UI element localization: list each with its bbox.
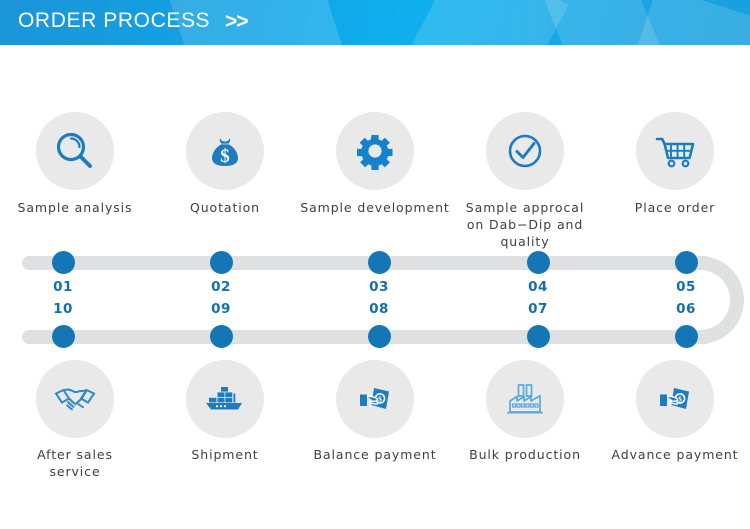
step-sample-approval[interactable]: Sample approcal on Dab−Dip and quality bbox=[450, 112, 600, 250]
factory-icon bbox=[502, 376, 548, 422]
step-after-sales-service[interactable]: After sales service bbox=[0, 360, 150, 480]
top-step-row: Sample analysis $ Quotation Sample devel bbox=[0, 112, 750, 250]
banner-facet-decoration bbox=[629, 0, 750, 45]
step-icon-circle bbox=[336, 112, 414, 190]
step-icon-circle bbox=[486, 360, 564, 438]
step-icon-circle: $ bbox=[636, 360, 714, 438]
step-label: Quotation bbox=[189, 200, 260, 215]
step-quotation[interactable]: $ Quotation bbox=[150, 112, 300, 250]
timeline-dot-01[interactable] bbox=[51, 251, 75, 274]
timeline-dot-07[interactable] bbox=[526, 325, 550, 348]
step-label: Sample development bbox=[300, 200, 450, 215]
step-label: Place order bbox=[634, 200, 716, 215]
step-icon-circle bbox=[486, 112, 564, 190]
money-bag-icon: $ bbox=[202, 128, 248, 174]
shopping-cart-icon bbox=[652, 128, 698, 174]
timeline-dot-02[interactable] bbox=[209, 251, 233, 274]
timeline-number-06: 06 bbox=[676, 301, 696, 317]
svg-text:$: $ bbox=[678, 395, 682, 404]
step-label: Sample analysis bbox=[17, 200, 133, 215]
step-place-order[interactable]: Place order bbox=[600, 112, 750, 250]
step-shipment[interactable]: Shipment bbox=[150, 360, 300, 480]
timeline-number-07: 07 bbox=[528, 301, 548, 317]
step-icon-circle: $ bbox=[336, 360, 414, 438]
magnifier-icon bbox=[52, 128, 98, 174]
timeline-number-05: 05 bbox=[676, 279, 696, 295]
timeline-number-10: 10 bbox=[53, 301, 73, 317]
cash-hand-icon: $ bbox=[352, 376, 398, 422]
gear-icon bbox=[352, 128, 398, 174]
step-sample-analysis[interactable]: Sample analysis bbox=[0, 112, 150, 250]
timeline-track-top bbox=[22, 256, 712, 270]
timeline-dot-09[interactable] bbox=[209, 325, 233, 348]
step-advance-payment[interactable]: $ Advance payment bbox=[600, 360, 750, 480]
timeline-dot-08[interactable] bbox=[367, 325, 391, 348]
step-icon-circle: $ bbox=[186, 112, 264, 190]
step-sample-development[interactable]: Sample development bbox=[300, 112, 450, 250]
timeline-number-04: 04 bbox=[528, 279, 548, 295]
timeline-track-bottom bbox=[22, 330, 712, 344]
step-label: Sample approcal on Dab−Dip and quality bbox=[465, 200, 585, 249]
svg-text:$: $ bbox=[378, 395, 382, 404]
handshake-icon bbox=[52, 376, 98, 422]
timeline-dot-06[interactable] bbox=[674, 325, 698, 348]
step-icon-circle bbox=[636, 112, 714, 190]
timeline-number-08: 08 bbox=[369, 301, 389, 317]
step-balance-payment[interactable]: $ Balance payment bbox=[300, 360, 450, 480]
timeline-dot-04[interactable] bbox=[526, 251, 550, 274]
timeline-dot-05[interactable] bbox=[674, 251, 698, 274]
timeline-dot-10[interactable] bbox=[51, 325, 75, 348]
bottom-step-row: After sales service Shipment $ Balance p… bbox=[0, 360, 750, 480]
step-label: Shipment bbox=[191, 447, 259, 462]
step-label: After sales service bbox=[37, 447, 113, 479]
process-timeline: 01 02 03 04 05 10 09 08 07 06 bbox=[0, 248, 750, 352]
page-header-banner: ORDER PROCESS >> bbox=[0, 0, 750, 45]
svg-text:$: $ bbox=[220, 146, 230, 167]
timeline-number-03: 03 bbox=[369, 279, 389, 295]
step-icon-circle bbox=[36, 112, 114, 190]
timeline-number-02: 02 bbox=[211, 279, 231, 295]
timeline-dot-03[interactable] bbox=[367, 251, 391, 274]
check-circle-icon bbox=[502, 128, 548, 174]
step-icon-circle bbox=[186, 360, 264, 438]
step-bulk-production[interactable]: Bulk production bbox=[450, 360, 600, 480]
timeline-number-09: 09 bbox=[211, 301, 231, 317]
cargo-ship-icon bbox=[202, 376, 248, 422]
step-icon-circle bbox=[36, 360, 114, 438]
cash-hand-icon: $ bbox=[652, 376, 698, 422]
banner-facet-decoration bbox=[411, 0, 569, 45]
page-title: ORDER PROCESS bbox=[18, 9, 211, 32]
step-label: Balance payment bbox=[313, 447, 437, 462]
double-chevron-right-icon: >> bbox=[225, 10, 249, 33]
timeline-number-01: 01 bbox=[53, 279, 73, 295]
step-label: Advance payment bbox=[611, 447, 739, 462]
step-label: Bulk production bbox=[469, 447, 581, 462]
